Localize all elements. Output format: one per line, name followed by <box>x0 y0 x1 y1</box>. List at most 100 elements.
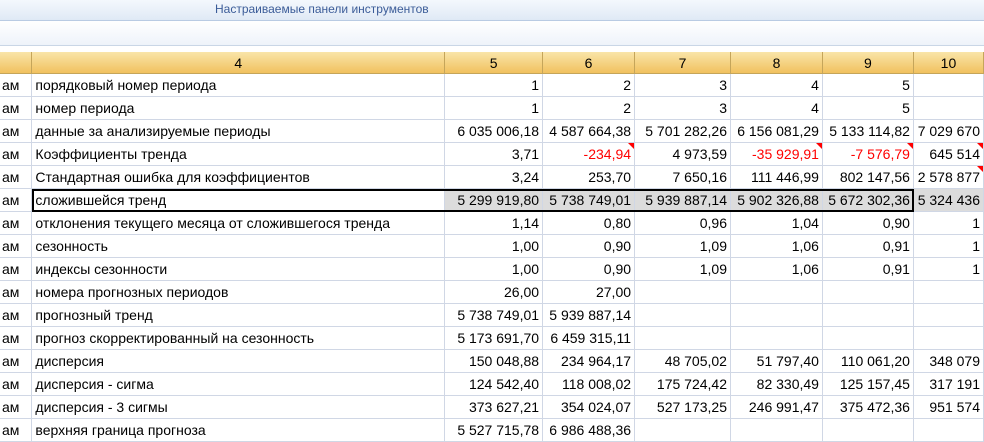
value-cell[interactable]: 27,00 <box>542 280 636 304</box>
value-cell[interactable] <box>913 418 984 442</box>
value-cell[interactable]: 373 627,21 <box>444 395 544 419</box>
value-cell[interactable]: 354 024,07 <box>542 395 636 419</box>
value-cell[interactable] <box>822 303 914 327</box>
value-cell[interactable]: 2 <box>542 73 636 97</box>
value-cell[interactable]: 0,90 <box>542 257 636 281</box>
value-cell[interactable]: 150 048,88 <box>444 349 544 373</box>
value-cell[interactable]: 6 035 006,18 <box>444 119 544 143</box>
value-cell[interactable]: 1,06 <box>730 234 823 258</box>
value-cell[interactable]: 82 330,49 <box>730 372 823 396</box>
value-cell[interactable] <box>634 303 731 327</box>
description-cell[interactable]: дисперсия - 3 сигмы <box>31 395 446 419</box>
column-header[interactable]: 10 <box>913 52 984 74</box>
column-header[interactable]: 8 <box>730 52 823 74</box>
value-cell[interactable] <box>634 280 731 304</box>
value-cell[interactable]: 5 <box>822 73 914 97</box>
value-cell[interactable]: 3 <box>634 96 731 120</box>
value-cell[interactable]: 802 147,56 <box>822 165 914 189</box>
value-cell[interactable]: 5 672 302,36 <box>822 188 914 212</box>
value-cell[interactable] <box>822 418 914 442</box>
description-cell[interactable]: сложившейся тренд <box>31 188 446 212</box>
value-cell[interactable]: 1,00 <box>444 234 544 258</box>
value-cell[interactable]: 5 527 715,78 <box>444 418 544 442</box>
description-cell[interactable]: дисперсия <box>31 349 446 373</box>
description-cell[interactable]: прогноз скорректированный на сезонность <box>31 326 446 350</box>
value-cell[interactable]: 2 <box>542 96 636 120</box>
value-cell[interactable] <box>913 73 984 97</box>
value-cell[interactable]: -35 929,91 <box>730 142 823 166</box>
value-cell[interactable] <box>822 326 914 350</box>
value-cell[interactable]: 1 <box>913 257 984 281</box>
value-cell[interactable]: 0,90 <box>542 234 636 258</box>
value-cell[interactable]: 4 587 664,38 <box>542 119 636 143</box>
description-cell[interactable]: отклонения текущего месяца от сложившего… <box>31 211 446 235</box>
value-cell[interactable] <box>913 96 984 120</box>
value-cell[interactable]: 1 <box>444 73 544 97</box>
row-label-cell[interactable]: ам <box>0 303 33 327</box>
row-label-cell[interactable]: ам <box>0 119 33 143</box>
value-cell[interactable] <box>913 280 984 304</box>
column-header[interactable]: 9 <box>822 52 914 74</box>
value-cell[interactable]: 4 <box>730 96 823 120</box>
value-cell[interactable]: 5 902 326,88 <box>730 188 823 212</box>
column-header[interactable]: 4 <box>31 52 446 74</box>
value-cell[interactable] <box>634 326 731 350</box>
value-cell[interactable]: 1,09 <box>634 234 731 258</box>
column-header[interactable]: 7 <box>634 52 731 74</box>
description-cell[interactable]: прогнозный тренд <box>31 303 446 327</box>
value-cell[interactable] <box>730 280 823 304</box>
value-cell[interactable]: 5 701 282,26 <box>634 119 731 143</box>
value-cell[interactable]: 110 061,20 <box>822 349 914 373</box>
value-cell[interactable]: 645 514 <box>913 142 984 166</box>
value-cell[interactable]: 5 <box>822 96 914 120</box>
value-cell[interactable] <box>730 303 823 327</box>
row-label-cell[interactable]: ам <box>0 395 33 419</box>
column-header[interactable] <box>0 52 33 74</box>
value-cell[interactable]: 1 <box>913 234 984 258</box>
value-cell[interactable]: 5 299 919,80 <box>444 188 544 212</box>
value-cell[interactable]: 111 446,99 <box>730 165 823 189</box>
value-cell[interactable]: 0,80 <box>542 211 636 235</box>
column-header[interactable]: 6 <box>542 52 636 74</box>
value-cell[interactable]: 1 <box>913 211 984 235</box>
value-cell[interactable] <box>634 418 731 442</box>
value-cell[interactable]: 125 157,45 <box>822 372 914 396</box>
description-cell[interactable]: верхняя граница прогноза <box>31 418 446 442</box>
value-cell[interactable]: 7 029 670 <box>913 119 984 143</box>
ribbon-title[interactable]: Настраиваемые панели инструментов <box>215 2 429 16</box>
row-label-cell[interactable]: ам <box>0 142 33 166</box>
row-label-cell[interactable]: ам <box>0 73 33 97</box>
value-cell[interactable]: 175 724,42 <box>634 372 731 396</box>
row-label-cell[interactable]: ам <box>0 257 33 281</box>
value-cell[interactable]: 0,91 <box>822 257 914 281</box>
column-header[interactable]: 5 <box>444 52 544 74</box>
row-label-cell[interactable]: ам <box>0 280 33 304</box>
description-cell[interactable]: номер периода <box>31 96 446 120</box>
description-cell[interactable]: индексы сезонности <box>31 257 446 281</box>
row-label-cell[interactable]: ам <box>0 188 33 212</box>
row-label-cell[interactable]: ам <box>0 234 33 258</box>
value-cell[interactable]: 5 939 887,14 <box>634 188 731 212</box>
row-label-cell[interactable]: ам <box>0 418 33 442</box>
row-label-cell[interactable]: ам <box>0 165 33 189</box>
value-cell[interactable]: 4 973,59 <box>634 142 731 166</box>
value-cell[interactable]: 317 191 <box>913 372 984 396</box>
value-cell[interactable]: 4 <box>730 73 823 97</box>
value-cell[interactable]: 1 <box>444 96 544 120</box>
row-label-cell[interactable]: ам <box>0 326 33 350</box>
row-label-cell[interactable]: ам <box>0 96 33 120</box>
description-cell[interactable]: Стандартная ошибка для коэффициентов <box>31 165 446 189</box>
description-cell[interactable]: Коэффициенты тренда <box>31 142 446 166</box>
value-cell[interactable]: 2 578 877 <box>913 165 984 189</box>
value-cell[interactable] <box>913 326 984 350</box>
value-cell[interactable]: 5 939 887,14 <box>542 303 636 327</box>
value-cell[interactable]: 6 459 315,11 <box>542 326 636 350</box>
description-cell[interactable]: номера прогнозных периодов <box>31 280 446 304</box>
value-cell[interactable]: 5 738 749,01 <box>542 188 636 212</box>
row-label-cell[interactable]: ам <box>0 211 33 235</box>
value-cell[interactable]: -234,94 <box>542 142 636 166</box>
value-cell[interactable]: 48 705,02 <box>634 349 731 373</box>
value-cell[interactable]: 7 650,16 <box>634 165 731 189</box>
value-cell[interactable]: 124 542,40 <box>444 372 544 396</box>
value-cell[interactable]: 253,70 <box>542 165 636 189</box>
